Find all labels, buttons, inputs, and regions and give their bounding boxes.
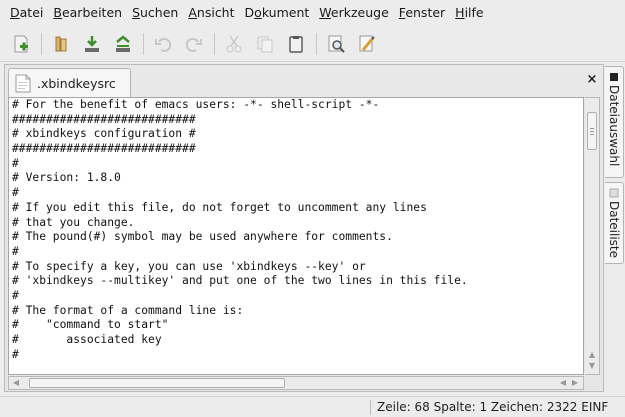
paste-button[interactable] xyxy=(283,31,309,57)
code-line: # xyxy=(12,244,19,258)
editor-window: Datei Bearbeiten Suchen Ansicht Dokument… xyxy=(0,0,625,417)
code-line: # The pound(#) symbol may be used anywhe… xyxy=(12,230,393,244)
undo-icon xyxy=(155,37,172,52)
cut-button[interactable] xyxy=(221,31,247,57)
code-line: # For the benefit of emacs users: -*- sh… xyxy=(12,98,380,111)
code-line: # that you change. xyxy=(12,215,135,229)
menu-ansicht[interactable]: Ansicht xyxy=(183,0,239,26)
code-line: # Version: 1.8.0 xyxy=(12,171,121,185)
document-tab-label: .xbindkeysrc xyxy=(37,75,116,91)
code-line: # xyxy=(12,288,19,302)
close-tab-icon[interactable]: × xyxy=(585,73,599,87)
scroll-grip xyxy=(590,134,594,135)
open-file-button[interactable] xyxy=(48,31,74,57)
redo-icon xyxy=(185,37,202,52)
side-tab-file-list[interactable]: Dateiliste xyxy=(605,182,624,264)
code-line: # To specify a key, you can use 'xbindke… xyxy=(12,259,366,273)
replace-icon xyxy=(359,35,375,51)
menu-suchen[interactable]: Suchen xyxy=(127,0,183,26)
find-icon xyxy=(328,35,345,53)
horizontal-scroll-thumb[interactable] xyxy=(29,378,285,388)
menu-dokument[interactable]: Dokument xyxy=(240,0,315,26)
scroll-grip xyxy=(590,131,594,132)
code-line: # xbindkeys configuration # xyxy=(12,127,196,141)
new-file-icon xyxy=(14,35,28,52)
cut-icon xyxy=(226,35,242,52)
code-line: # 'xbindkeys --multikey' and put one of … xyxy=(12,274,468,288)
code-line: # xyxy=(12,347,19,361)
new-file-button[interactable] xyxy=(8,31,34,57)
toolbar-separator xyxy=(316,32,317,55)
side-tab-file-browser[interactable]: Dateiauswahl xyxy=(605,66,624,178)
save-as-button[interactable] xyxy=(110,31,136,57)
vertical-scroll-thumb[interactable] xyxy=(587,112,597,150)
code-line: # associated key xyxy=(12,333,162,346)
file-browser-icon xyxy=(610,73,618,81)
find-button[interactable] xyxy=(323,31,349,57)
copy-icon xyxy=(257,36,273,52)
text-editor[interactable]: # For the benefit of emacs users: -*- sh… xyxy=(8,97,584,375)
menu-fenster[interactable]: Fenster xyxy=(394,0,450,26)
status-separator xyxy=(370,400,371,415)
document-icon xyxy=(15,74,31,92)
scroll-down-arrow-icon[interactable]: ▼ xyxy=(587,361,597,371)
editor-frame: .xbindkeysrc × # For the benefit of emac… xyxy=(4,64,604,392)
side-tab-file-list-label: Dateiliste xyxy=(607,201,621,259)
code-line: # "command to start" xyxy=(12,318,169,332)
undo-button[interactable] xyxy=(150,31,176,57)
code-line: ########################### xyxy=(12,142,196,156)
menu-hilfe[interactable]: Hilfe xyxy=(450,0,488,26)
horizontal-scrollbar[interactable]: ◀ ◀ ▶ xyxy=(8,376,584,390)
scroll-left-arrow-icon[interactable]: ◀ xyxy=(11,377,21,389)
menu-bar: Datei Bearbeiten Suchen Ansicht Dokument… xyxy=(0,0,625,26)
scroll-up-arrow-icon[interactable]: ▲ xyxy=(587,350,597,360)
menu-datei[interactable]: Datei xyxy=(5,0,48,26)
scroll-right-arrow-icon[interactable]: ▶ xyxy=(570,377,580,389)
status-text: Zeile: 68 Spalte: 1 Zeichen: 2322 EINF xyxy=(377,400,609,414)
vertical-scrollbar[interactable]: ▲ ▼ xyxy=(585,97,600,375)
open-file-icon xyxy=(55,36,67,51)
code-line: # If you edit this file, do not forget t… xyxy=(12,200,427,214)
toolbar-separator xyxy=(41,32,42,55)
side-panel: Dateiauswahl Dateiliste xyxy=(604,64,625,392)
code-line: # xyxy=(12,156,19,170)
copy-button[interactable] xyxy=(252,31,278,57)
code-line: ########################### xyxy=(12,112,196,126)
code-content: # For the benefit of emacs users: -*- sh… xyxy=(9,98,583,362)
redo-button[interactable] xyxy=(181,31,207,57)
menu-werkzeuge[interactable]: Werkzeuge xyxy=(314,0,394,26)
paste-icon xyxy=(289,35,303,53)
save-as-icon xyxy=(116,34,130,52)
toolbar-separator xyxy=(214,32,215,55)
save-icon xyxy=(85,35,99,52)
toolbar xyxy=(0,26,625,62)
save-button[interactable] xyxy=(79,31,105,57)
scroll-grip xyxy=(590,128,594,129)
toolbar-separator xyxy=(143,32,144,55)
replace-button[interactable] xyxy=(354,31,380,57)
side-tab-file-browser-label: Dateiauswahl xyxy=(607,85,621,167)
document-tab-bar: .xbindkeysrc × xyxy=(5,65,603,97)
scroll-left-arrow-icon[interactable]: ◀ xyxy=(558,377,568,389)
code-line: # The format of a command line is: xyxy=(12,303,244,317)
file-list-icon xyxy=(609,188,619,198)
code-line: # xyxy=(12,186,19,200)
menu-bearbeiten[interactable]: Bearbeiten xyxy=(48,0,127,26)
status-bar: Zeile: 68 Spalte: 1 Zeichen: 2322 EINF xyxy=(0,396,625,417)
document-tab[interactable]: .xbindkeysrc xyxy=(8,68,131,97)
